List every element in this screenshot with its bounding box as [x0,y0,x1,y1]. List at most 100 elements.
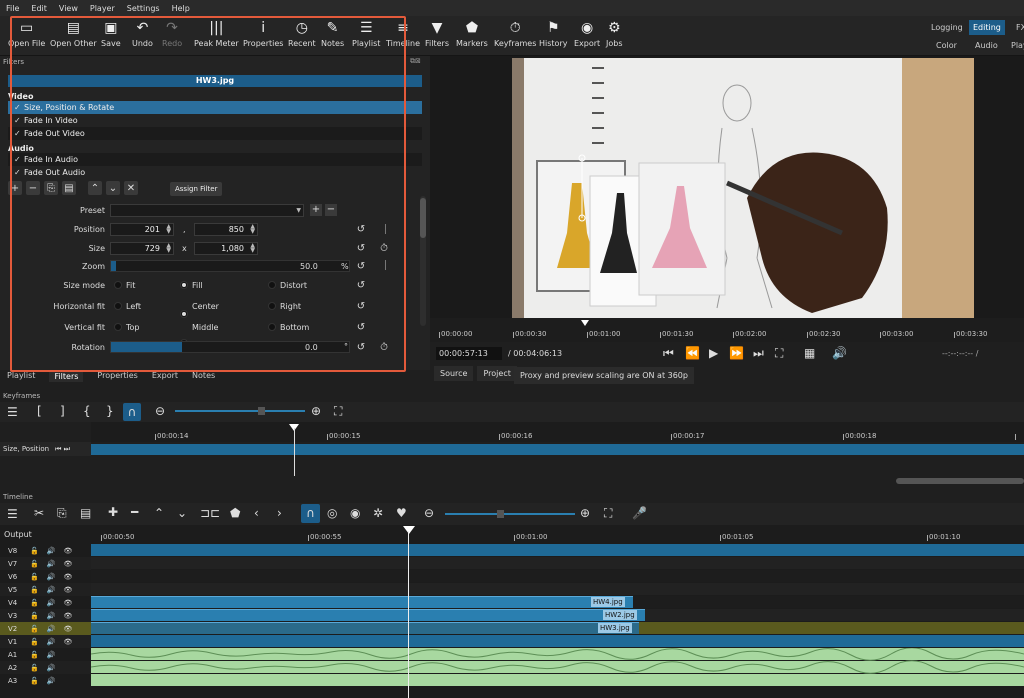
size-width-field[interactable]: 729 ▲ ▼ [110,242,174,255]
audio-icon[interactable]: 🔊 [47,573,56,581]
marker-icon[interactable]: ⬟ [230,507,240,519]
audio-icon[interactable]: 🔊 [47,625,56,633]
hfit-right-radio[interactable] [268,302,276,310]
track-v6[interactable] [91,570,1024,582]
filter-item-fade-in-audio[interactable]: ✓ Fade In Audio [8,153,422,166]
jobs-button[interactable]: ⚙ Jobs [606,20,623,48]
track-header-v1[interactable]: V1 🔓 🔊 👁 [0,635,91,648]
remove-icon[interactable]: ━ [131,506,138,518]
snap-magnet-icon[interactable]: ∩ [123,403,141,421]
visibility-icon[interactable]: 👁 [63,625,72,633]
zoom-slider-handle[interactable] [497,510,504,518]
zoom-out-icon[interactable]: ⊖ [424,507,434,519]
next-keyframe-icon[interactable]: } [106,405,114,417]
zoom-fit-icon[interactable]: ⛶ [334,405,342,417]
copy-icon[interactable]: ⎘ [57,507,67,519]
workspace-fx[interactable]: FX [1016,23,1024,32]
position-x-field[interactable]: 201 ▲ ▼ [110,223,174,236]
open-other-button[interactable]: ▤ Open Other [50,20,97,48]
timeline-playhead[interactable] [403,526,415,534]
audio-icon[interactable]: 🔊 [47,651,56,659]
rotation-stopwatch-icon[interactable]: ⏱ [378,342,390,354]
filter-item-fade-in-video[interactable]: ✓ Fade In Video [8,114,422,127]
lock-icon[interactable]: 🔓 [30,625,39,633]
notes-button[interactable]: ✎ Notes [321,20,344,48]
workspace-logging[interactable]: Logging [931,23,963,32]
append-icon[interactable]: ✚ [108,506,118,518]
reset-size-icon[interactable]: ↺ [355,243,367,255]
timeline-menu-icon[interactable]: ☰ [7,508,18,520]
prev-next-keyframe-icon[interactable]: ⏮ ⏭ [55,445,70,453]
tab-source[interactable]: Source [434,366,474,381]
audio-icon[interactable]: 🔊 [47,599,56,607]
keyframes-hscroll[interactable] [896,478,1024,484]
lock-icon[interactable]: 🔓 [30,612,39,620]
recent-button[interactable]: ◷ Recent [288,20,316,48]
filters-scrollbar[interactable] [420,196,426,326]
audio-icon[interactable]: 🔊 [47,638,56,646]
menu-help[interactable]: Help [172,4,190,13]
track-header-v7[interactable]: V7 🔓 🔊 👁 [0,557,91,570]
clip-hw4[interactable] [91,596,633,608]
scrollbar-thumb[interactable] [420,198,426,238]
audio-icon[interactable]: 🔊 [47,586,56,594]
check-icon[interactable]: ✓ [14,101,24,114]
current-timecode[interactable]: 00:00:57:13 [436,347,502,360]
menu-icon[interactable]: ☰ [7,406,18,418]
audio-icon[interactable]: 🔊 [47,612,56,620]
size-mode-fit-radio[interactable] [114,281,122,289]
size-height-field[interactable]: 1,080 ▲ ▼ [194,242,258,255]
lock-icon[interactable]: 🔓 [30,664,39,672]
vfit-top-radio[interactable] [114,323,122,331]
workspace-editing[interactable]: Editing [969,20,1005,35]
history-button[interactable]: ⚑ History [539,20,567,48]
menu-view[interactable]: View [59,4,78,13]
next-marker-icon[interactable]: › [277,507,282,519]
visibility-icon[interactable]: 👁 [63,638,72,646]
lock-icon[interactable]: 🔓 [30,651,39,659]
reset-hfit-icon[interactable]: ↺ [355,301,367,313]
workspace-player[interactable]: Play [1011,41,1024,50]
size-mode-distort-radio[interactable] [268,281,276,289]
track-v8[interactable] [91,544,1024,556]
filter-item-size-position[interactable]: ✓ Size, Position & Rotate [8,101,422,114]
track-header-v4[interactable]: V4 🔓 🔊 👁 [0,596,91,609]
play-icon[interactable]: ▶ [709,347,718,359]
skip-previous-icon[interactable]: ⏮ [663,347,674,359]
add-filter-icon[interactable]: + [8,181,22,195]
track-header-v6[interactable]: V6 🔓 🔊 👁 [0,570,91,583]
zoom-out-icon[interactable]: ⊖ [155,405,165,417]
track-header-a3[interactable]: A3 🔓 🔊 [0,674,91,687]
visibility-icon[interactable]: 👁 [63,573,72,581]
hfit-center-radio[interactable] [180,310,188,318]
track-header-a2[interactable]: A2 🔓 🔊 [0,661,91,674]
add-preset-icon[interactable]: + [310,204,322,216]
ripple-markers-icon[interactable]: ♥ [396,507,407,519]
visibility-icon[interactable]: 👁 [63,599,72,607]
lock-icon[interactable]: 🔓 [30,586,39,594]
zoom-in-icon[interactable]: ⊕ [580,507,590,519]
grid-icon[interactable]: ▦ [804,347,815,359]
vfit-bottom-radio[interactable] [268,323,276,331]
set-out-icon[interactable]: ] [60,405,65,417]
size-mode-fill-radio[interactable] [180,281,188,289]
scrub-eye-icon[interactable]: ◎ [327,507,337,519]
track-v4[interactable]: HW4.jpg [91,596,1024,608]
check-icon[interactable]: ✓ [14,127,24,140]
keyframes-ruler[interactable] [91,422,1024,442]
reset-size-mode-icon[interactable]: ↺ [355,280,367,292]
check-icon[interactable]: ✓ [14,166,24,179]
export-button[interactable]: ◉ Export [574,20,600,48]
redo-button[interactable]: ↷ Redo [162,20,182,48]
audio-icon[interactable]: 🔊 [47,677,56,685]
menu-edit[interactable]: Edit [31,4,47,13]
assign-filter-button[interactable]: Assign Filter [170,182,223,196]
snap-magnet-icon[interactable]: ∩ [301,504,320,523]
keyframe-stopwatch-icon[interactable]: ⏱ [378,243,390,255]
ripple-icon[interactable]: ◉ [350,507,360,519]
track-header-v3[interactable]: V3 🔓 🔊 👁 [0,609,91,622]
zoom-slider-handle[interactable] [258,407,265,415]
track-v5[interactable] [91,583,1024,595]
ripple-all-icon[interactable]: ✲ [373,507,383,519]
reset-zoom-icon[interactable]: ↺ [355,261,367,273]
